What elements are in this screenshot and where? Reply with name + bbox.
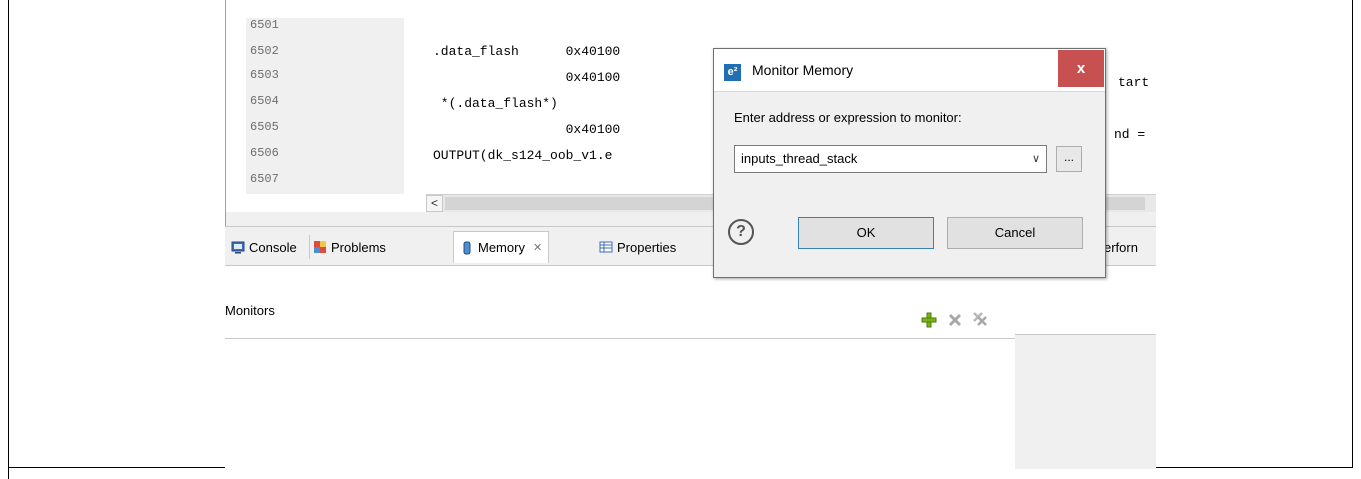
editor-border	[225, 0, 226, 226]
code-line-clipped: nd =	[1114, 127, 1146, 142]
remove-all-monitors-icon[interactable]	[971, 310, 989, 328]
close-tab-icon[interactable]: ✕	[533, 241, 542, 254]
line-number: 6506	[250, 146, 279, 160]
expression-combo[interactable]: inputs_thread_stack ∨	[734, 145, 1047, 173]
dialog-title: Monitor Memory	[752, 62, 854, 78]
monitors-label: Monitors	[225, 303, 275, 318]
tab-problems[interactable]: Problems	[313, 233, 386, 261]
code-line-clipped: tart	[1118, 75, 1150, 90]
renderings-pane	[1015, 334, 1156, 469]
line-number: 6504	[250, 94, 279, 108]
line-number: 6505	[250, 120, 279, 134]
page-frame-right	[1352, 0, 1353, 468]
tab-properties[interactable]: Properties	[599, 233, 676, 261]
help-icon[interactable]: ?	[728, 219, 754, 245]
tab-label: Problems	[331, 239, 386, 255]
console-icon	[231, 241, 245, 254]
memory-view: Monitors	[225, 266, 1156, 469]
e2-app-icon: e²	[724, 64, 741, 81]
code-line: 0x40100	[433, 122, 621, 137]
line-number: 6501	[250, 18, 279, 32]
expression-prompt: Enter address or expression to monitor:	[734, 110, 962, 125]
code-line: OUTPUT(dk_s124_oob_v1.e	[433, 148, 613, 163]
tab-label: Properties	[617, 239, 677, 255]
tab-performance[interactable]: erforn	[1104, 233, 1138, 261]
memory-icon	[463, 241, 471, 254]
monitor-memory-dialog: e² Monitor Memory x Enter address or exp…	[713, 48, 1106, 278]
expression-value[interactable]: inputs_thread_stack	[741, 151, 857, 166]
code-line: 0x40100	[433, 70, 621, 85]
tab-label: erforn	[1104, 239, 1138, 255]
code-line: *(.data_flash*)	[433, 96, 558, 111]
line-number: 6503	[250, 68, 279, 82]
line-number: 6502	[250, 44, 279, 58]
code-line: .data_flash 0x40100	[433, 44, 621, 59]
chevron-down-icon[interactable]: ∨	[1032, 152, 1040, 165]
add-monitor-icon[interactable]	[921, 312, 937, 328]
cancel-button[interactable]: Cancel	[947, 217, 1083, 249]
properties-icon	[599, 241, 613, 253]
problems-icon	[314, 241, 326, 253]
dialog-titlebar[interactable]: e² Monitor Memory x	[714, 49, 1105, 92]
tab-label: Console	[249, 239, 297, 255]
tab-label: Memory	[478, 240, 525, 255]
monitors-divider	[225, 338, 1015, 339]
tab-console[interactable]: Console	[231, 233, 297, 261]
remove-monitor-icon[interactable]	[947, 312, 963, 328]
line-number: 6507	[250, 172, 279, 186]
tab-divider	[309, 235, 310, 259]
line-number-gutter: 6501 6502 6503 6504 6505 6506 6507	[246, 18, 404, 194]
ok-button[interactable]: OK	[798, 217, 934, 249]
close-button[interactable]: x	[1058, 50, 1104, 87]
browse-button[interactable]: ...	[1056, 146, 1082, 172]
scroll-left-button[interactable]: <	[426, 195, 443, 212]
tab-memory[interactable]: Memory ✕	[453, 231, 550, 263]
page-frame-left	[8, 0, 9, 479]
